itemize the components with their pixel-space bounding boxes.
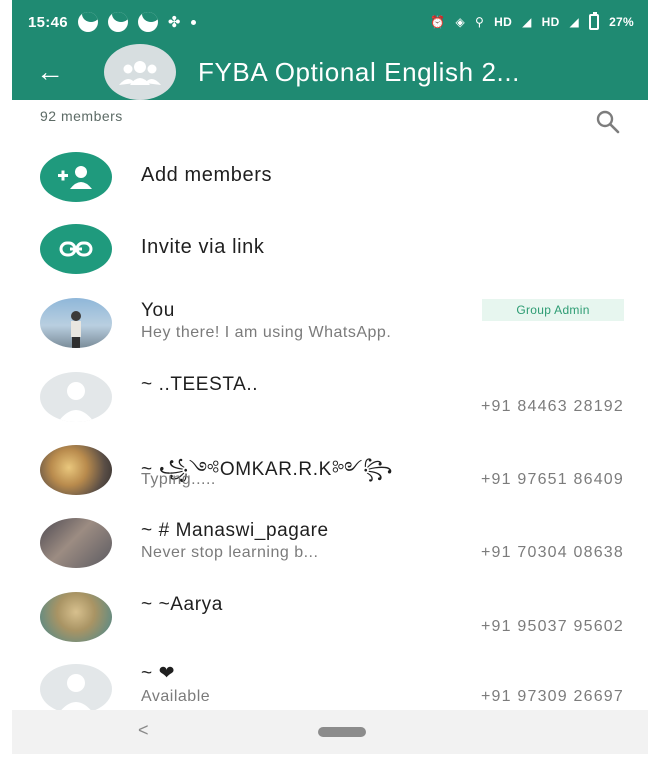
nav-home-pill[interactable] (318, 727, 366, 737)
participant-phone: +91 70304 08638 (480, 544, 624, 561)
participant-status: Never stop learning b... (141, 544, 319, 561)
link-icon (59, 241, 93, 257)
participant-row[interactable]: ~ ꧁༺OMKAR.R.K༻꧂ Typing..... +91 97651 86… (0, 433, 652, 505)
group-title[interactable]: FYBA Optional English 2... (198, 57, 638, 88)
signal-label: HD (494, 15, 513, 29)
participant-phone: +91 95037 95602 (480, 618, 624, 635)
profile-photo-icon (71, 311, 81, 348)
back-arrow-icon[interactable]: ← (36, 56, 76, 88)
default-person-icon (58, 674, 94, 714)
participant-row[interactable]: ~ ~Aarya +91 95037 95602 (0, 580, 652, 652)
add-member-avatar (40, 152, 112, 202)
app-bar: 15:46 ✤ ⏰ ◈ ⚲ HD ◢ HD ◢ 27% ← FYBA Optio… (12, 0, 648, 100)
participant-phone: +91 84463 28192 (480, 398, 624, 415)
invite-link-label: Invite via link (141, 236, 265, 258)
group-icon (119, 61, 161, 85)
add-members-label: Add members (141, 164, 273, 186)
avatar (40, 664, 112, 714)
signal-label-2: HD (541, 15, 560, 29)
avatar (40, 518, 112, 568)
wifi-icon: ⚲ (475, 15, 485, 29)
participant-name: ~ # Manaswi_pagare (141, 520, 329, 541)
avatar (40, 445, 112, 495)
participant-row[interactable]: ~ ..TEESTA.. +91 84463 28192 (0, 360, 652, 432)
participant-status: Typing..... (141, 471, 216, 488)
participant-status: Hey there! I am using WhatsApp. (141, 324, 392, 341)
add-members-row[interactable]: Add members (0, 140, 652, 212)
battery-percent: 27% (609, 15, 634, 29)
toolbar: ← FYBA Optional English 2... (12, 44, 648, 100)
participant-status: Available (141, 688, 211, 705)
system-nav-bar: < (12, 710, 648, 754)
signal-icon: ◢ (522, 15, 532, 29)
avatar (40, 592, 112, 642)
avatar (40, 372, 112, 422)
participant-name: ~ ~Aarya (141, 594, 223, 615)
participant-row[interactable]: ~ # Manaswi_pagare Never stop learning b… (0, 506, 652, 578)
participant-name: ~ ..TEESTA.. (141, 374, 259, 395)
status-time: 15:46 (28, 13, 68, 31)
notification-icon (107, 12, 128, 32)
members-count: 92 members (40, 108, 123, 124)
participant-phone: +91 97651 86409 (480, 471, 624, 488)
more-notifications-icon (190, 19, 196, 25)
search-icon (596, 110, 620, 134)
notification-icon (77, 12, 98, 32)
battery-icon (589, 12, 600, 30)
status-bar: 15:46 ✤ ⏰ ◈ ⚲ HD ◢ HD ◢ 27% (12, 0, 648, 44)
default-person-icon (58, 382, 94, 422)
search-button[interactable] (594, 108, 622, 136)
nav-back-icon[interactable]: < (138, 720, 149, 741)
avatar (40, 298, 112, 348)
add-person-icon (58, 166, 92, 189)
participant-row[interactable]: You Hey there! I am using WhatsApp. (0, 286, 652, 358)
usb-icon: ✤ (167, 14, 181, 31)
participant-name: ~ ❤ (141, 663, 176, 684)
vibrate-icon: ◈ (455, 15, 466, 29)
alarm-icon: ⏰ (430, 15, 446, 29)
group-avatar[interactable] (104, 44, 176, 100)
notification-icon (137, 12, 158, 32)
signal-icon: ◢ (569, 15, 580, 29)
participant-phone: +91 97309 26697 (480, 688, 624, 705)
invite-link-row[interactable]: Invite via link (0, 212, 652, 284)
participant-name: You (141, 300, 175, 321)
group-admin-badge: Group Admin (482, 299, 624, 321)
invite-link-avatar (40, 224, 112, 274)
